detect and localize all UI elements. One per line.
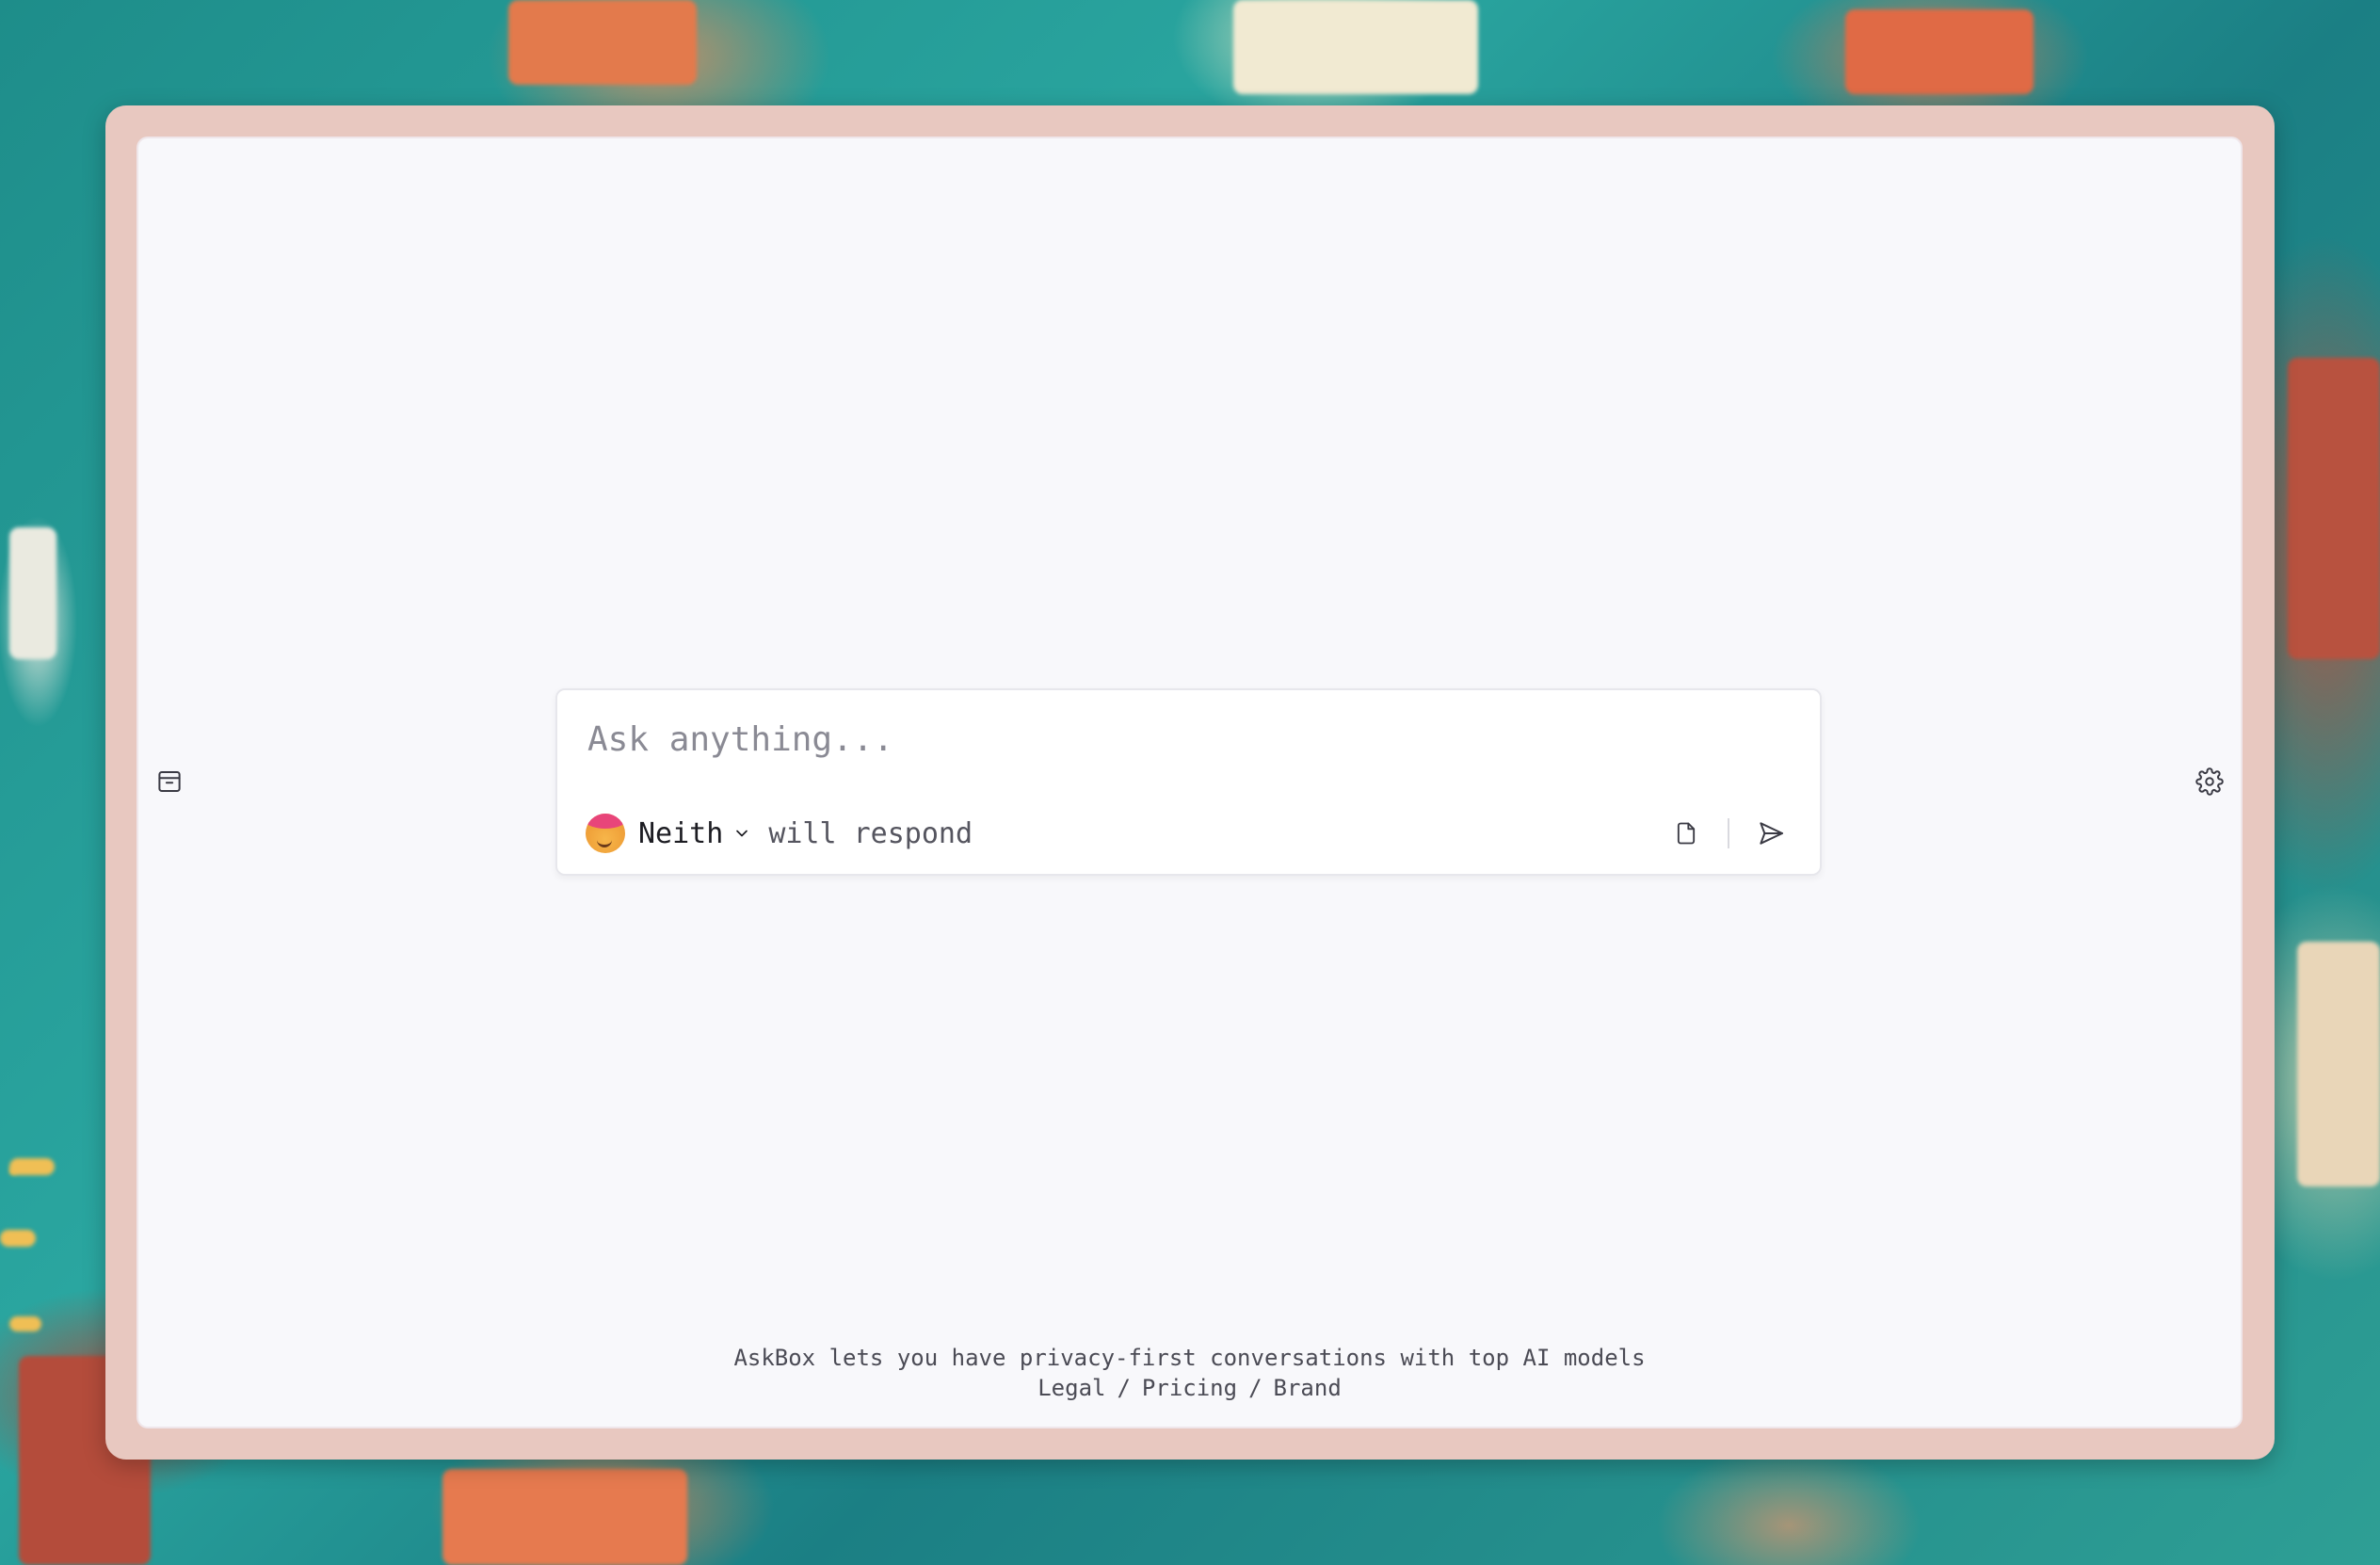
background-decoration — [0, 1230, 36, 1247]
brand-link[interactable]: Brand — [1274, 1375, 1342, 1401]
background-decoration — [442, 1469, 687, 1565]
composer-toolbar: Neith will respond — [586, 811, 1792, 856]
file-icon[interactable] — [1665, 813, 1707, 854]
background-decoration — [9, 1316, 41, 1331]
background-decoration — [1845, 9, 2034, 94]
ask-input[interactable] — [587, 711, 1783, 767]
link-separator: / — [1117, 1375, 1131, 1401]
background-decoration — [9, 1158, 55, 1175]
background-decoration — [2297, 942, 2380, 1186]
respond-label: will respond — [768, 816, 973, 850]
gear-icon[interactable] — [2194, 766, 2226, 798]
background-decoration — [508, 0, 697, 85]
footer-links: Legal / Pricing / Brand — [138, 1373, 2241, 1403]
pricing-link[interactable]: Pricing — [1142, 1375, 1237, 1401]
background-decoration — [1233, 0, 1478, 94]
chevron-down-icon — [732, 824, 751, 847]
background-decoration — [2288, 358, 2380, 659]
legal-link[interactable]: Legal — [1037, 1375, 1105, 1401]
model-name: Neith — [638, 816, 724, 850]
chat-composer: Neith will respond — [555, 688, 1822, 876]
model-avatar — [586, 814, 625, 853]
link-separator: / — [1248, 1375, 1262, 1401]
model-selector[interactable]: Neith — [638, 817, 751, 850]
footer-tagline: AskBox lets you have privacy-first conve… — [733, 1345, 1646, 1371]
toolbar-divider — [1728, 818, 1729, 848]
background-decoration — [9, 527, 56, 659]
archive-icon[interactable] — [153, 766, 185, 798]
send-icon[interactable] — [1750, 813, 1792, 854]
chat-panel: Neith will respond — [138, 138, 2241, 1427]
footer: AskBox lets you have privacy-first conve… — [138, 1343, 2241, 1403]
